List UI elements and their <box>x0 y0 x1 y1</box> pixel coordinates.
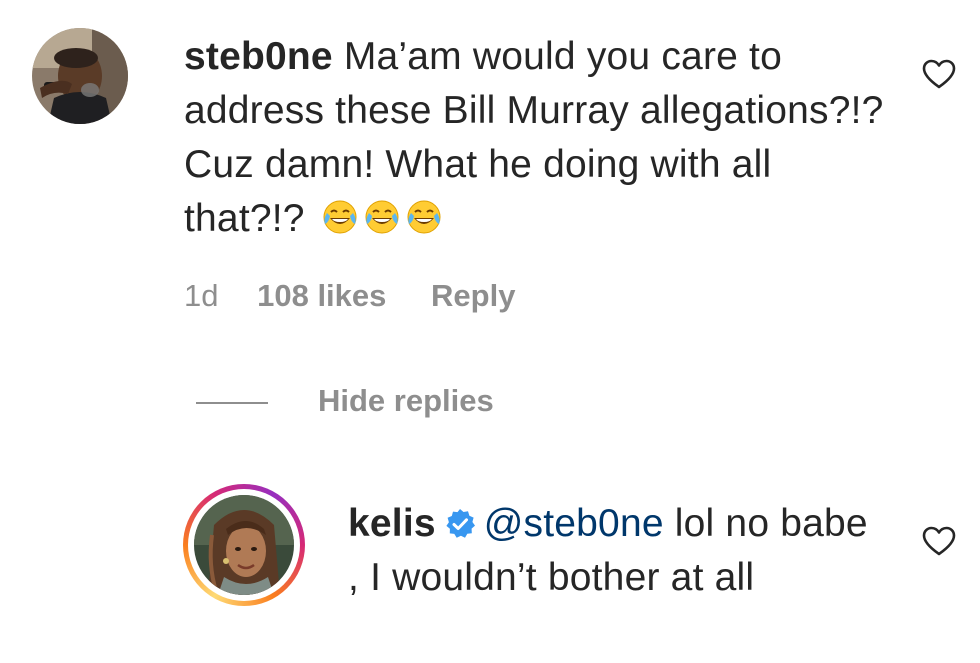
avatar-image <box>194 495 294 595</box>
laughing-emoji-icon <box>322 199 446 235</box>
avatar[interactable] <box>32 28 128 124</box>
comment-body: steb0ne Ma’am would you care to address … <box>184 30 884 246</box>
reply-body: kelis @steb0ne lol no babe , I wouldn’t … <box>348 497 888 605</box>
like-comment-button[interactable] <box>921 58 957 90</box>
avatar[interactable] <box>194 495 294 595</box>
likes-count-button[interactable]: 108 likes <box>257 276 386 316</box>
like-reply-button[interactable] <box>921 525 957 557</box>
heart-outline-icon <box>922 526 956 556</box>
heart-outline-icon <box>922 59 956 89</box>
comment-meta: 1d 108 likes Reply <box>184 276 515 316</box>
hide-replies-button[interactable]: Hide replies <box>318 381 494 421</box>
reply-username[interactable]: kelis <box>348 502 436 545</box>
verified-badge-icon <box>444 508 476 540</box>
reply-button[interactable]: Reply <box>431 276 515 316</box>
story-ring[interactable] <box>183 484 305 606</box>
mention-link[interactable]: @steb0ne <box>484 502 664 545</box>
comment-username[interactable]: steb0ne <box>184 35 333 78</box>
avatar-image <box>32 28 128 124</box>
replies-divider <box>196 402 268 404</box>
comment-timestamp: 1d <box>184 278 219 313</box>
